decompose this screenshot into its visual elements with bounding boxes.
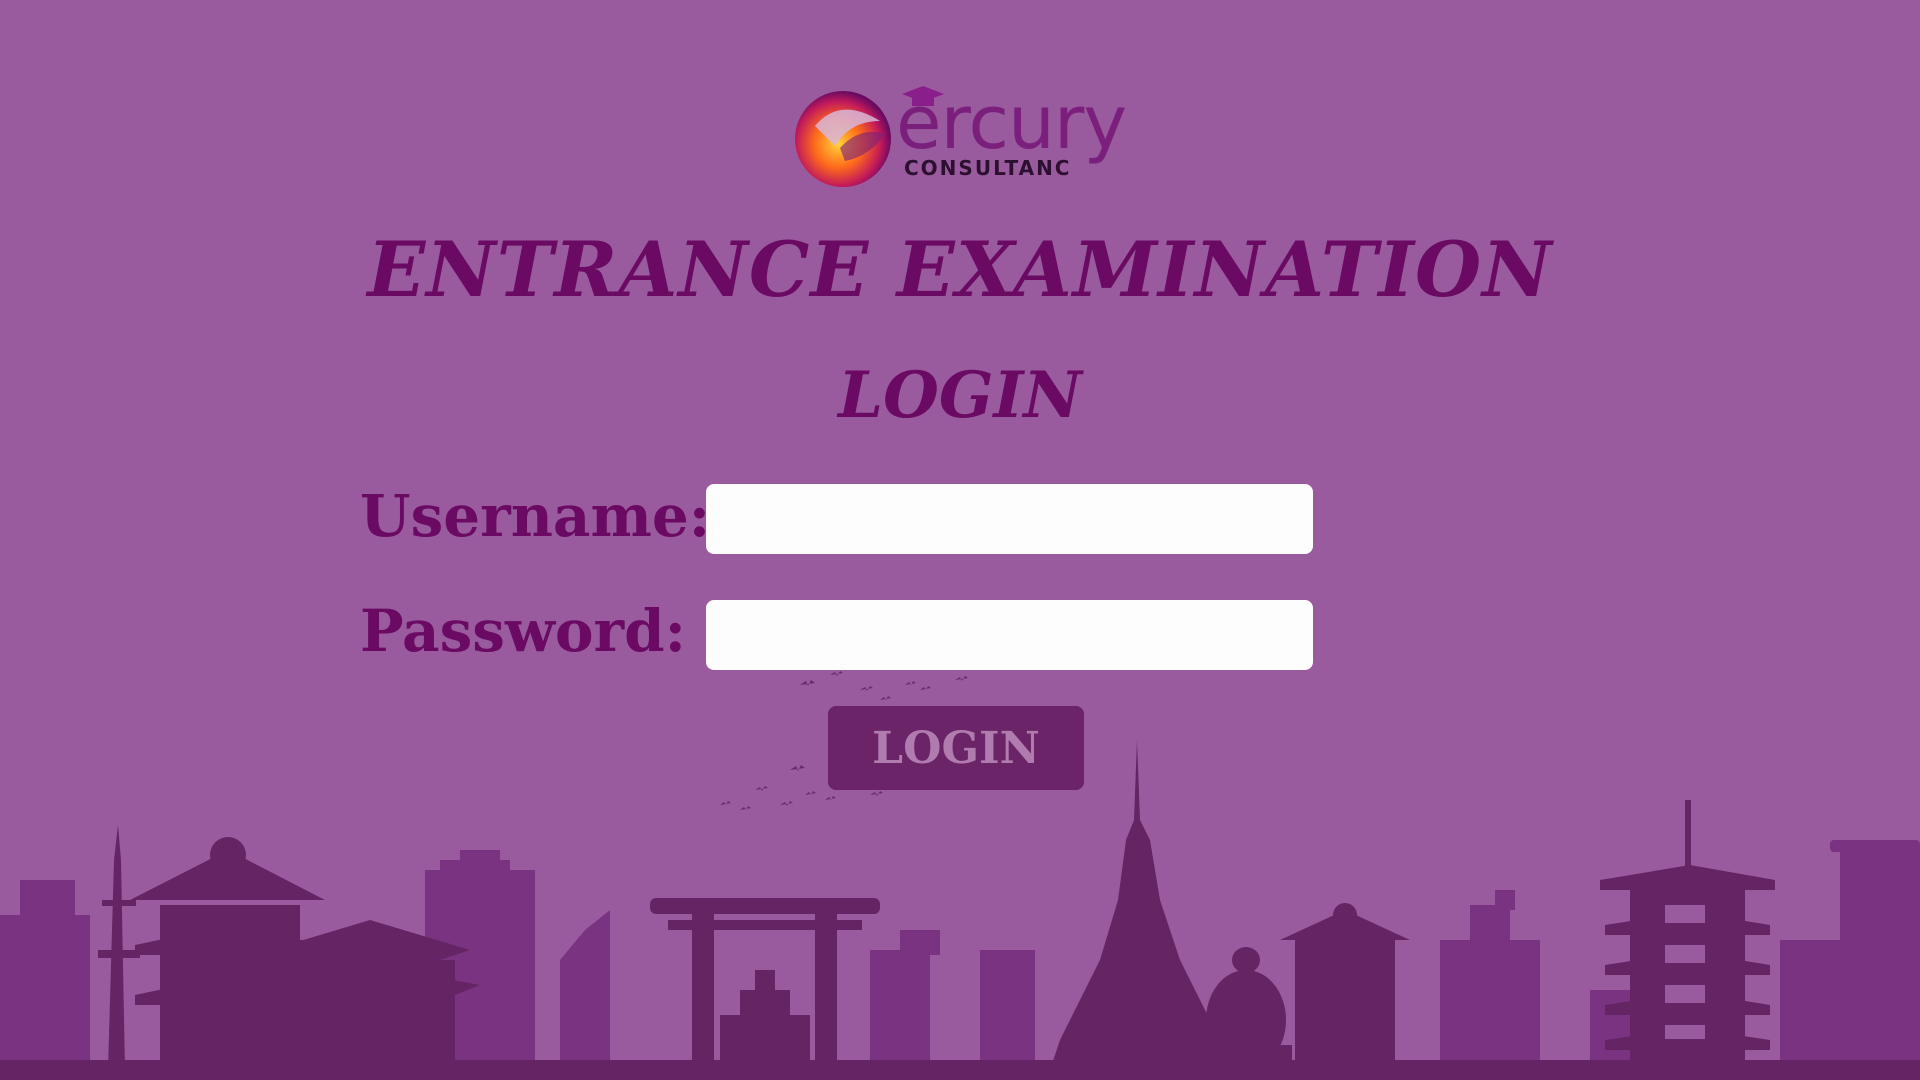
password-label: Password: <box>360 597 687 665</box>
logo-subtitle: CONSULTANC <box>904 156 1072 180</box>
mercury-orb-icon <box>795 91 891 187</box>
login-heading: LOGIN <box>838 358 1082 433</box>
login-page: ercury CONSULTANC ENTRANCE EXAMINATION L… <box>0 0 1920 1080</box>
username-input[interactable] <box>706 484 1313 554</box>
login-button[interactable]: LOGIN <box>828 706 1084 790</box>
logo-wordmark: ercury <box>896 80 1127 166</box>
mercury-consultancy-logo: ercury CONSULTANC <box>790 82 1130 194</box>
username-label: Username: <box>360 482 711 550</box>
page-title: ENTRANCE EXAMINATION <box>367 225 1553 314</box>
password-input[interactable] <box>706 600 1313 670</box>
